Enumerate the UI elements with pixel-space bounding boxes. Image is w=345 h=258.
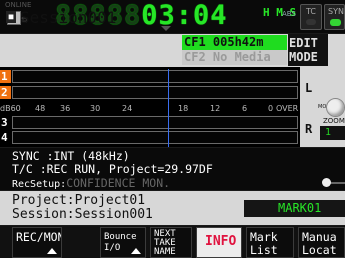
abs-label: ABS <box>282 10 296 18</box>
sync-led-icon <box>330 19 341 26</box>
scale-label: 48 <box>35 104 46 113</box>
scale-label: 0 <box>268 104 274 113</box>
lr-panel: L R <box>300 67 318 147</box>
sync-label: SYN <box>328 7 344 16</box>
track-2-meter <box>12 86 298 99</box>
recsetup-label: RecSetup: <box>12 179 67 190</box>
name-label: NAME <box>154 247 176 257</box>
project-name: Project:Project01 <box>12 193 146 208</box>
scale-label: dB60 <box>0 104 21 113</box>
track-3-number[interactable]: 3 <box>0 116 11 129</box>
right-channel-label: R <box>305 122 313 136</box>
scale-label: 30 <box>90 104 101 113</box>
manual-label: Manua <box>302 230 337 244</box>
edit-mode-button[interactable]: EDIT MODE <box>288 34 328 66</box>
info-label: INFO <box>205 234 237 249</box>
track-1-number[interactable]: 1 <box>0 70 11 83</box>
recsetup-info: RecSetup:CONFIDENCE MON. <box>12 177 170 191</box>
scale-label: OVER <box>276 104 299 113</box>
mark-label: Mark <box>250 230 278 244</box>
meter-scale: dB60 48 36 30 24 18 12 6 0 OVER <box>0 104 300 115</box>
sync-info: SYNC :INT (48kHz) <box>12 149 130 163</box>
scale-label: 6 <box>242 104 248 113</box>
list-label: List <box>250 243 278 257</box>
scale-label: 12 <box>210 104 221 113</box>
mode-label: MODE <box>289 50 318 64</box>
session-file-icon: ■ <box>6 11 16 23</box>
left-channel-label: L <box>305 81 313 95</box>
triangle-up-icon <box>47 248 57 254</box>
tc-button[interactable]: TC <box>300 4 322 30</box>
bounce-io-button[interactable]: Bounce I/O <box>100 227 146 258</box>
info-button[interactable]: INFO <box>196 227 242 258</box>
scale-label: 36 <box>60 104 71 113</box>
zoom-knob[interactable] <box>326 98 345 117</box>
mark-list-button[interactable]: Mark List <box>246 227 294 258</box>
track-1-meter <box>12 70 298 83</box>
cf2-status: CF2 No Media <box>182 50 287 65</box>
slider-knob[interactable] <box>322 178 331 187</box>
tc-led-icon <box>306 19 316 25</box>
session-info: Session:Session001 <box>12 207 153 222</box>
tc-label: TC <box>305 7 316 16</box>
locate-label: Locat <box>302 243 337 257</box>
scale-label: 18 <box>178 104 189 113</box>
rec-mon-button[interactable]: REC/MON <box>12 227 62 258</box>
cursor-line <box>168 69 169 147</box>
manual-locate-button[interactable]: Manua Locat <box>298 227 345 258</box>
cf1-status: CF1 005h42m <box>182 35 287 50</box>
mark-display[interactable]: MARK01 <box>244 200 345 217</box>
session-dropdown-icon[interactable] <box>161 26 171 31</box>
next-take-name-button[interactable]: NEXT TAKE NAME <box>150 227 192 258</box>
zoom-value: 1 <box>320 126 345 140</box>
zoom-label: ZOOM <box>323 117 345 125</box>
counter-active-digits: 03:04 <box>141 0 228 31</box>
io-label: I/O <box>104 243 121 253</box>
session-name[interactable]: Session001 <box>20 8 116 27</box>
tc-info: T/C :REC RUN, Project=29.97DF <box>12 162 213 176</box>
recsetup-value: CONFIDENCE MON. <box>66 176 171 190</box>
triangle-up-icon <box>131 248 141 254</box>
track-3-meter <box>12 116 298 129</box>
track-4-number[interactable]: 4 <box>0 131 11 144</box>
track-2-number[interactable]: 2 <box>0 86 11 99</box>
rec-mon-label: REC/MON <box>16 230 62 244</box>
sync-button[interactable]: SYN <box>324 4 345 30</box>
scale-label: 24 <box>122 104 133 113</box>
track-4-meter <box>12 131 298 144</box>
edit-label: EDIT <box>289 36 318 50</box>
bounce-label: Bounce <box>104 232 137 242</box>
